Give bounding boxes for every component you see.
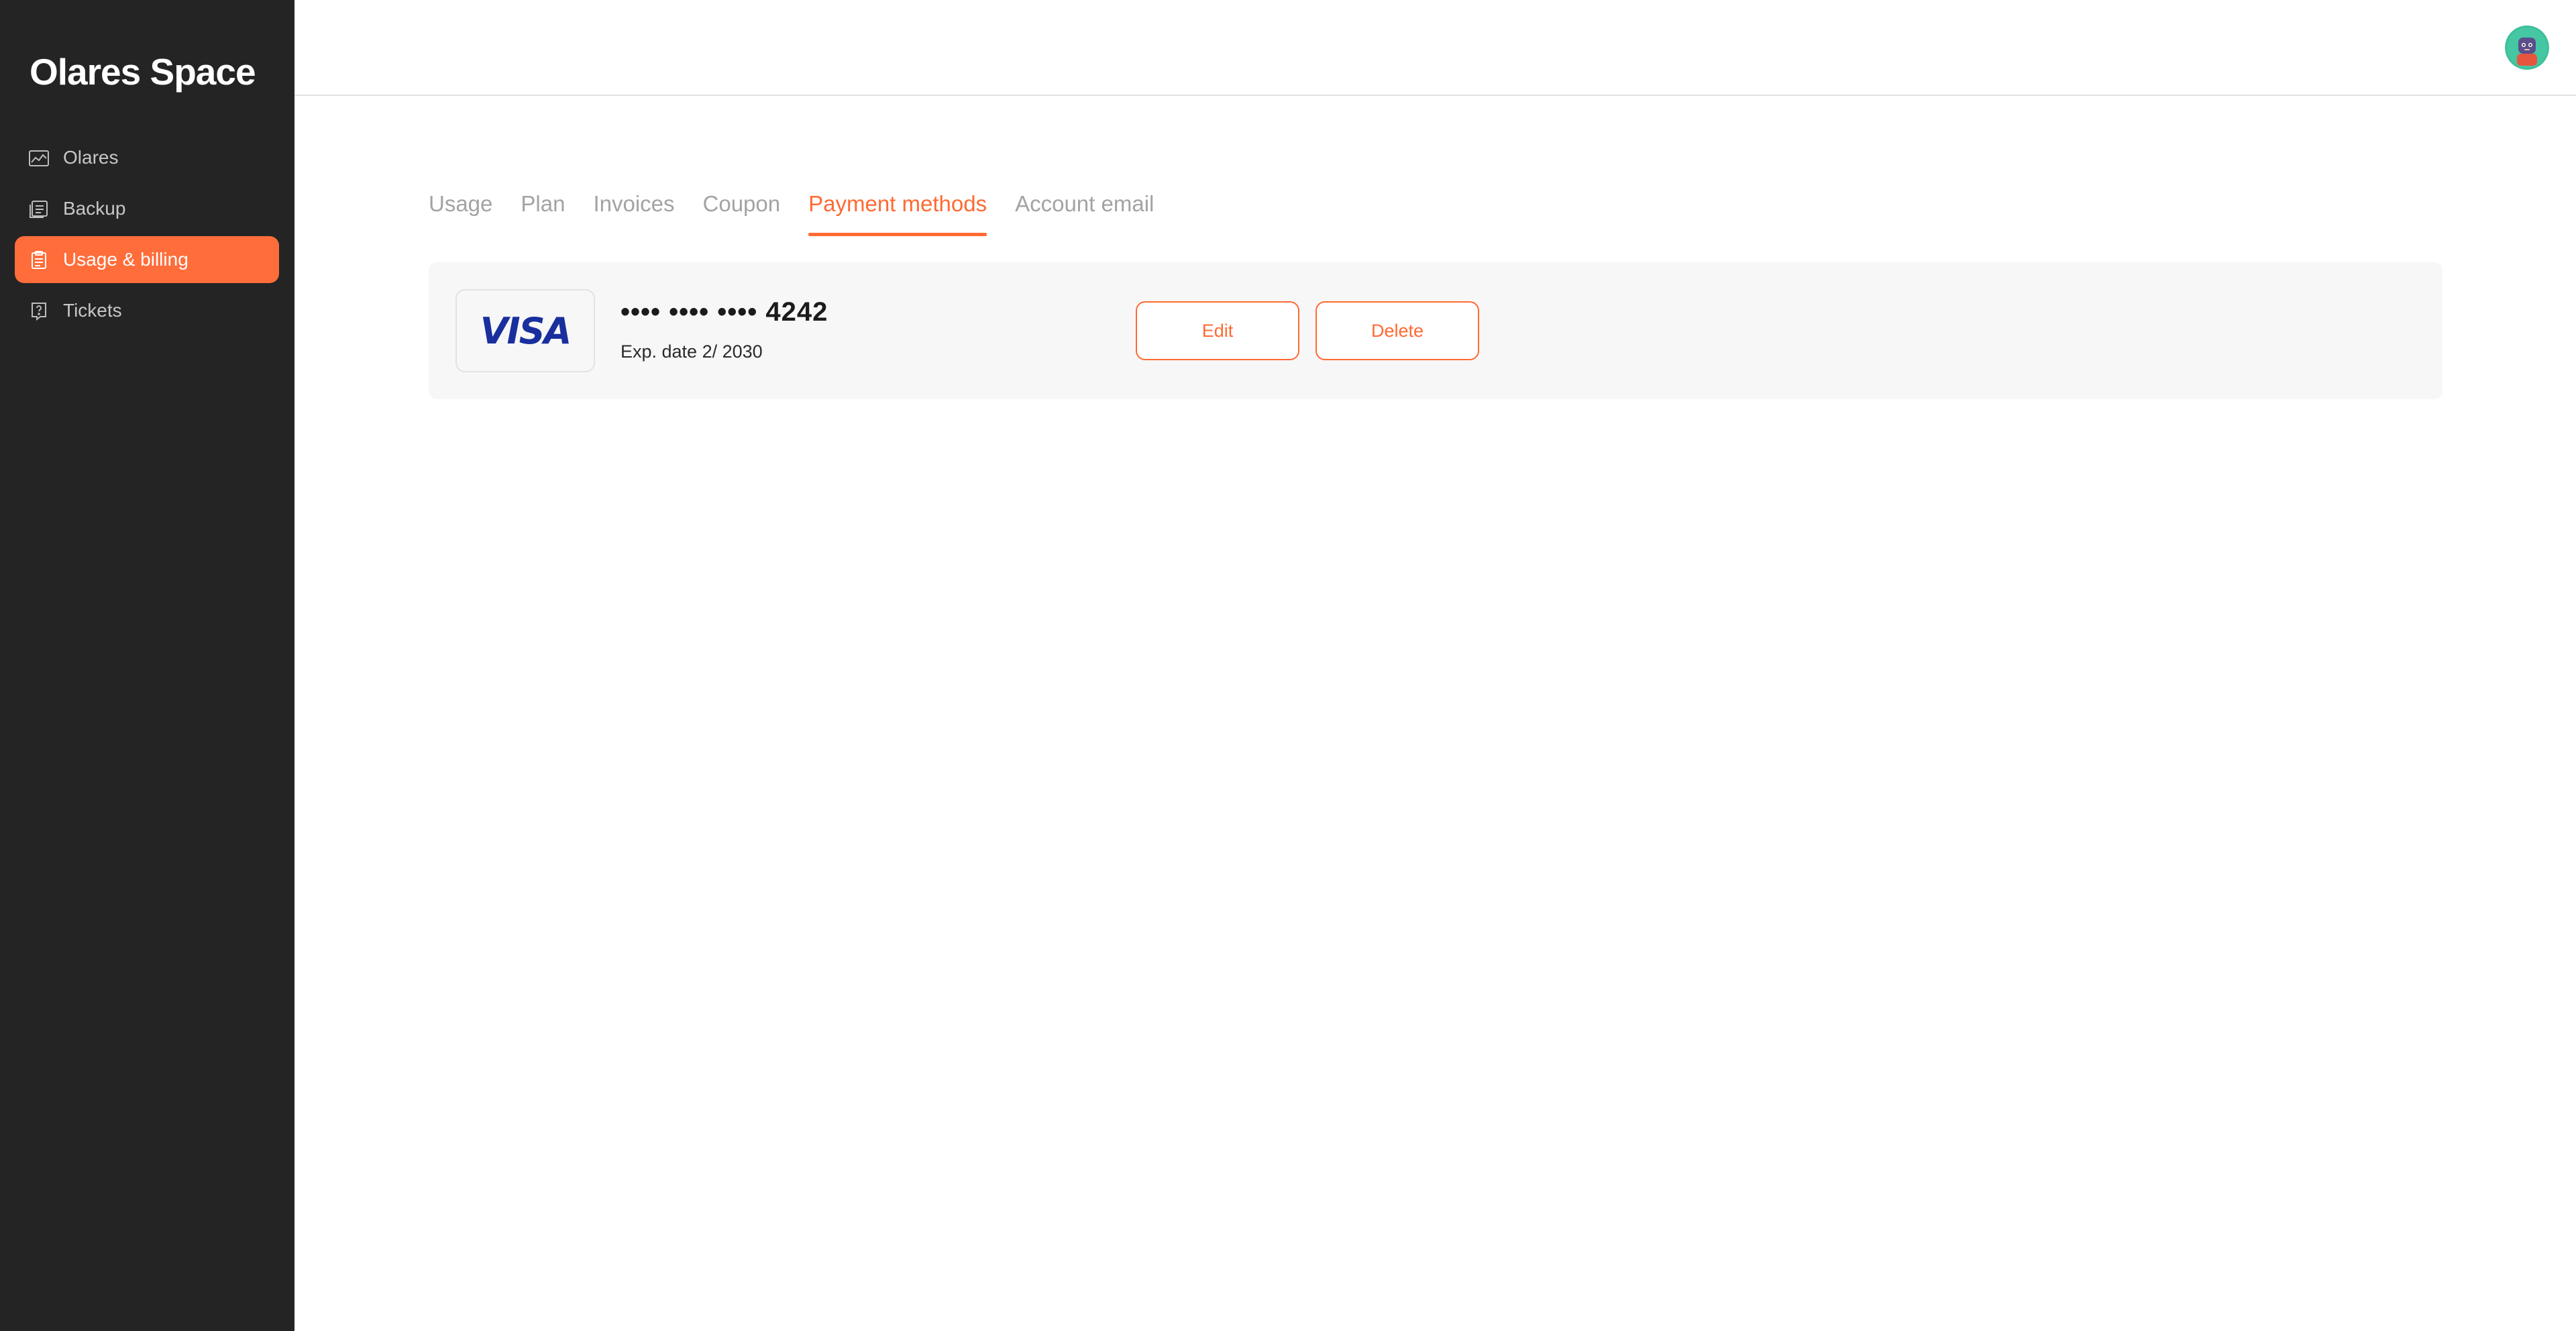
backup-icon — [28, 200, 50, 219]
sidebar-item-label: Usage & billing — [63, 249, 189, 270]
billing-tabs: Usage Plan Invoices Coupon Payment metho… — [429, 187, 1182, 236]
tab-usage[interactable]: Usage — [429, 187, 492, 236]
card-expiry: Exp. date 2/ 2030 — [621, 341, 763, 362]
sidebar-item-tickets[interactable]: Tickets — [15, 287, 279, 334]
visa-logo: VISA — [455, 289, 595, 372]
sidebar-item-label: Olares — [63, 147, 119, 168]
card-number: •••• •••• •••• 4242 — [621, 297, 828, 327]
tab-invoices[interactable]: Invoices — [593, 187, 674, 236]
card-brand: VISA — [480, 309, 572, 352]
sidebar-item-label: Tickets — [63, 300, 122, 321]
sidebar-item-label: Backup — [63, 198, 126, 219]
tickets-icon — [28, 302, 50, 321]
top-header — [294, 0, 2576, 96]
sidebar-item-olares[interactable]: Olares — [15, 134, 279, 181]
app-logo: Olares Space — [30, 51, 256, 93]
tab-payment-methods[interactable]: Payment methods — [808, 187, 987, 236]
delete-button[interactable]: Delete — [1316, 301, 1479, 360]
sidebar-nav: Olares Backup Usage & billing Tickets — [15, 134, 279, 338]
sidebar: Olares Space Olares Backup Usage & billi… — [0, 0, 294, 1331]
payment-method-card: VISA •••• •••• •••• 4242 Exp. date 2/ 20… — [429, 262, 2443, 399]
sidebar-item-backup[interactable]: Backup — [15, 185, 279, 232]
sidebar-item-usage-billing[interactable]: Usage & billing — [15, 236, 279, 283]
user-avatar[interactable] — [2505, 25, 2549, 70]
tab-coupon[interactable]: Coupon — [703, 187, 781, 236]
chart-icon — [28, 149, 50, 168]
app-root: Olares Space Olares Backup Usage & billi… — [0, 0, 2576, 1331]
tab-plan[interactable]: Plan — [521, 187, 565, 236]
billing-icon — [28, 251, 50, 270]
tab-account-email[interactable]: Account email — [1015, 187, 1154, 236]
edit-button[interactable]: Edit — [1136, 301, 1299, 360]
